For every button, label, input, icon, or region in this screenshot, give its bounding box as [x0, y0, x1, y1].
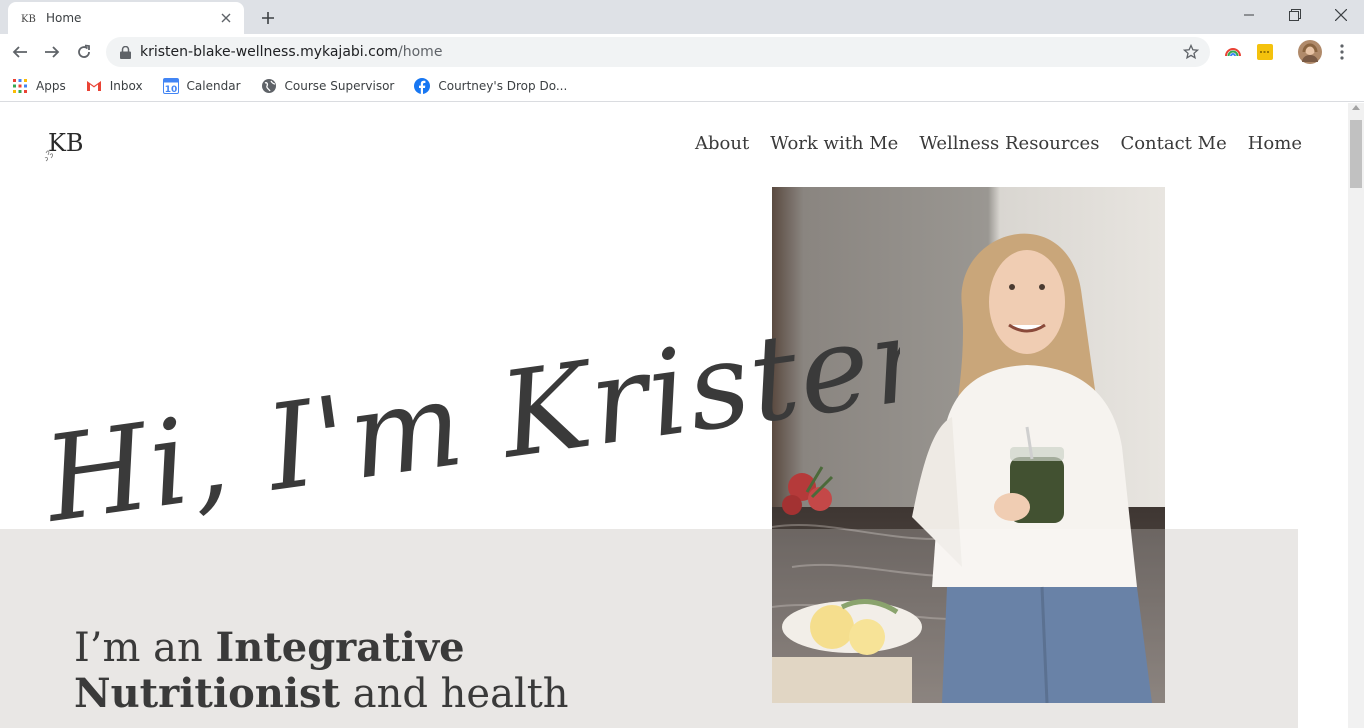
- forward-button[interactable]: [38, 38, 66, 66]
- page-scrollbar[interactable]: [1348, 103, 1364, 728]
- bookmark-apps[interactable]: Apps: [12, 78, 66, 94]
- main-nav: About Work with Me Wellness Resources Co…: [674, 133, 1302, 154]
- bookmark-label: Calendar: [186, 78, 241, 93]
- minimize-button[interactable]: [1226, 0, 1272, 30]
- notes-extension-icon[interactable]: [1255, 42, 1275, 62]
- site-favicon-icon: KB: [20, 10, 36, 26]
- bookmark-inbox[interactable]: Inbox: [86, 78, 143, 94]
- bookmark-label: Course Supervisor: [284, 78, 395, 93]
- scrollbar-thumb[interactable]: [1350, 120, 1362, 188]
- nav-home[interactable]: Home: [1248, 133, 1302, 154]
- bookmark-star-icon[interactable]: [1182, 43, 1200, 61]
- intro-text: I’m an Integrative Nutritionist and heal…: [74, 625, 594, 718]
- svg-text:KB: KB: [21, 14, 36, 25]
- url-path: /home: [398, 44, 443, 60]
- logo-text: KB: [48, 129, 84, 157]
- facebook-icon: [414, 77, 431, 94]
- browser-tab[interactable]: KB Home: [8, 2, 244, 34]
- bookmark-calendar[interactable]: 10 Calendar: [162, 77, 241, 94]
- bookmark-courtneys-drop[interactable]: Courtney's Drop Do...: [414, 77, 568, 94]
- lock-icon: [118, 45, 132, 59]
- globe-icon: [261, 78, 277, 94]
- back-button[interactable]: [6, 38, 34, 66]
- gmail-icon: [86, 78, 102, 94]
- hero-heading-text: Hi, I'm Kristen!: [35, 303, 900, 549]
- bookmark-label: Courtney's Drop Do...: [438, 78, 568, 93]
- bookmark-label: Apps: [36, 78, 66, 93]
- profile-avatar[interactable]: [1298, 40, 1322, 64]
- nav-work-with-me[interactable]: Work with Me: [770, 133, 898, 154]
- web-page: KB About Work with Me Wellness Resources…: [0, 103, 1348, 728]
- browser-toolbar: kristen-blake-wellness.mykajabi.com/home: [0, 34, 1364, 70]
- intro-part1: I’m an: [74, 625, 216, 671]
- browser-menu-icon[interactable]: [1332, 42, 1352, 62]
- site-logo[interactable]: KB: [42, 125, 98, 167]
- bookmark-course-supervisor[interactable]: Course Supervisor: [261, 78, 395, 94]
- rainbow-extension-icon[interactable]: [1223, 42, 1243, 62]
- calendar-icon-date: 10: [164, 85, 177, 94]
- nav-about[interactable]: About: [695, 133, 749, 154]
- nav-wellness-resources[interactable]: Wellness Resources: [919, 133, 1099, 154]
- hero-heading: Hi, I'm Kristen!: [35, 303, 900, 549]
- scroll-up-arrow-icon[interactable]: [1352, 105, 1360, 110]
- apps-grid-icon: [12, 78, 28, 94]
- restore-button[interactable]: [1272, 0, 1318, 30]
- address-bar[interactable]: kristen-blake-wellness.mykajabi.com/home: [106, 37, 1210, 67]
- reload-button[interactable]: [70, 38, 98, 66]
- tab-strip: KB Home: [0, 0, 1364, 34]
- close-window-button[interactable]: [1318, 0, 1364, 30]
- url-domain: kristen-blake-wellness.mykajabi.com: [140, 44, 399, 60]
- tab-title: Home: [46, 11, 82, 25]
- close-tab-icon[interactable]: [218, 10, 234, 26]
- nav-contact-me[interactable]: Contact Me: [1120, 133, 1226, 154]
- bookmark-label: Inbox: [109, 78, 143, 93]
- url-text: kristen-blake-wellness.mykajabi.com/home: [140, 44, 442, 60]
- intro-part2: and health: [340, 671, 569, 717]
- bookmarks-bar: Apps Inbox 10 Calendar Course Supervisor…: [0, 70, 1364, 102]
- new-tab-button[interactable]: [256, 6, 280, 30]
- calendar-icon: 10: [162, 77, 179, 94]
